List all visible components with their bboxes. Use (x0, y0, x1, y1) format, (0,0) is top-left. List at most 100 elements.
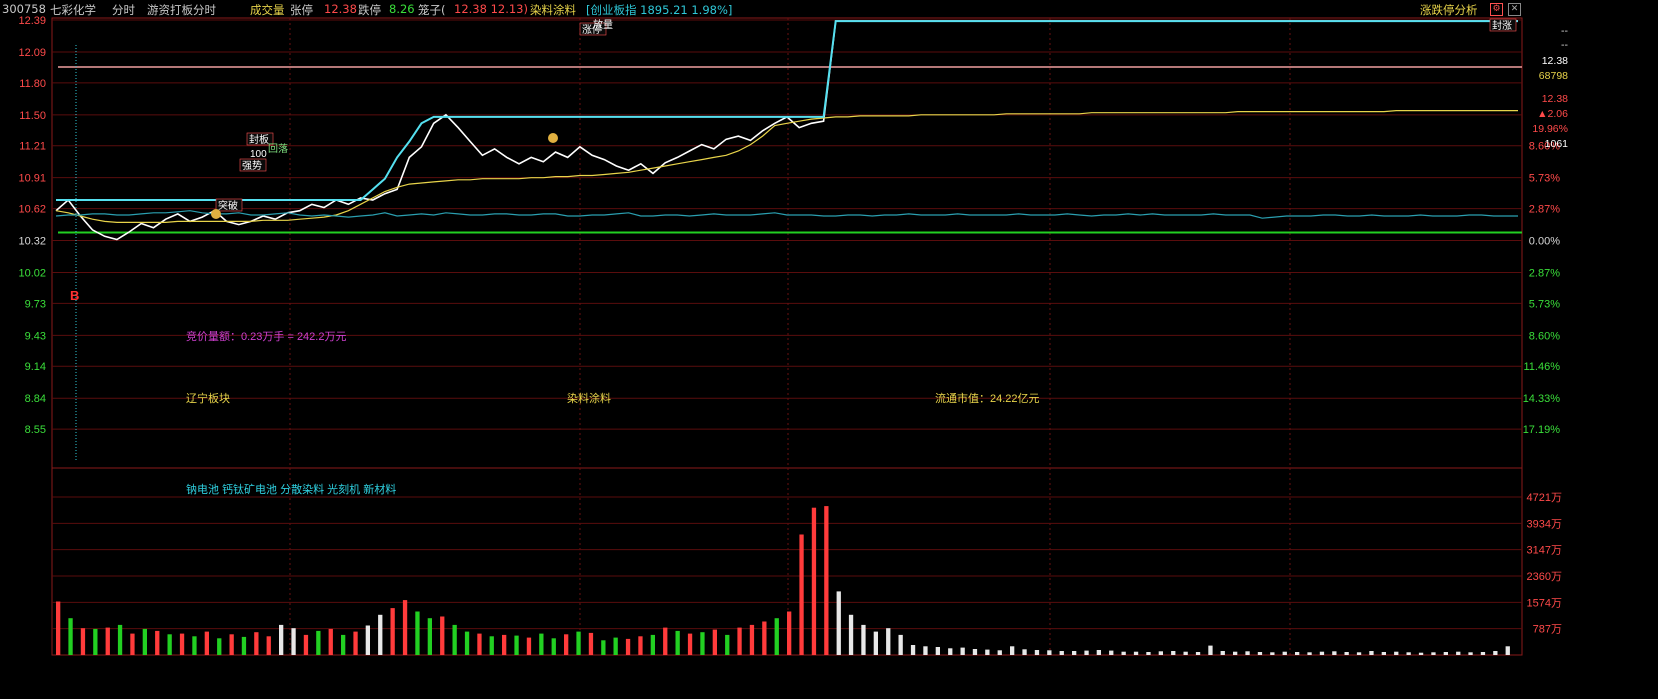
vol-tick: 3147万 (1527, 545, 1562, 557)
volume-bar (749, 624, 755, 655)
rp-change: ▲2.06 (1537, 108, 1568, 120)
tag-seal-limit: 封涨 (1492, 19, 1512, 32)
volume-bar (675, 630, 680, 655)
index-text[interactable]: [创业板指 1895.21 1.98%] (586, 2, 732, 18)
volume-bar (514, 635, 519, 655)
tag-surge: 放量 (593, 18, 613, 31)
volume-bar (1270, 652, 1275, 655)
volume-bar (1493, 651, 1498, 655)
volume-bar (1505, 646, 1510, 655)
limit-up-value: 12.38 (324, 2, 357, 16)
volume-bar (1431, 652, 1436, 655)
volume-bar (440, 616, 445, 655)
volume-bar (1319, 651, 1325, 655)
intraday-chart: 12.3912.0911.8011.5011.21 8.60%10.91 5.73%… (18, 15, 1569, 656)
volume-bar (365, 625, 370, 655)
y-tick-right: 2.87% (1529, 204, 1560, 216)
volume-bar (1245, 651, 1250, 655)
y-tick-right: 11.46% (1524, 361, 1561, 373)
y-tick-left: 10.32 (18, 236, 46, 248)
volume-bar (588, 632, 594, 655)
volume-bar (1381, 652, 1386, 655)
y-tick-right: 5.73% (1529, 298, 1560, 310)
float-cap-note: 流通市值：24.22亿元 (935, 391, 1040, 405)
y-tick-left: 11.21 (19, 141, 46, 153)
volume-bar (192, 636, 197, 655)
settings-icon[interactable]: ⚙ (1490, 3, 1503, 16)
stock-name: 七彩化学 (50, 3, 96, 17)
volume-bar (328, 628, 333, 655)
close-icon[interactable]: ✕ (1508, 3, 1521, 16)
stock-code: 300758 (2, 2, 46, 16)
volume-bar (873, 631, 878, 655)
volume-bar (1220, 651, 1225, 655)
volume-bar (56, 601, 61, 655)
header-bar: 300758 七彩化学 分时 游资打板分时 成交量 张停 12.38 跌停 8.… (0, 0, 1658, 18)
volume-bar (427, 618, 432, 655)
volume-bar (80, 628, 86, 655)
volume-bar (1059, 651, 1064, 655)
volume-bar (68, 618, 73, 655)
y-tick-right: 14.33% (1523, 393, 1561, 405)
y-tick-right: 2.87% (1529, 267, 1560, 279)
volume-bar (1121, 651, 1126, 655)
y-tick-left: 9.14 (25, 361, 46, 373)
series-line (55, 210, 1518, 219)
volume-bar (241, 636, 247, 655)
volume-bar (948, 648, 953, 655)
vol-tick: 787万 (1533, 624, 1562, 636)
rp-dash-2: -- (1561, 39, 1568, 51)
box-values: 12.38 12.13) (454, 2, 528, 16)
volume-bar (179, 633, 185, 655)
volume-bar (266, 636, 271, 655)
money-bag-icon (548, 133, 558, 143)
volume-bar (1171, 651, 1176, 655)
mode-tab[interactable]: 分时 (112, 2, 135, 18)
volume-bar (341, 634, 346, 655)
y-tick-right: 0.00% (1529, 236, 1560, 248)
volume-bar (464, 631, 470, 655)
buy-marker: B (70, 288, 79, 303)
volume-bar (1369, 651, 1374, 655)
y-tick-left: 10.62 (18, 204, 46, 216)
volume-bar (960, 647, 965, 655)
volume-bar (923, 646, 928, 655)
tag-pullback: 回落 (268, 143, 288, 155)
volume-bar (142, 628, 147, 655)
volume-bar (1418, 652, 1424, 655)
volume-bar (799, 534, 804, 655)
volume-bar (1146, 652, 1151, 655)
volume-bar (1010, 646, 1015, 655)
y-tick-left: 9.73 (25, 298, 46, 310)
limit-analysis-link[interactable]: 涨跌停分析 (1420, 2, 1478, 18)
rp-last-vol: 1061 (1545, 138, 1569, 150)
limit-down-value: 8.26 (389, 2, 415, 16)
vol-tick: 3934万 (1527, 518, 1562, 530)
volume-bar (452, 624, 457, 655)
volume-bar (353, 631, 358, 655)
volume-bar (291, 628, 296, 655)
auction-note: 竞价量额：0.23万手 = 242.2万元 (186, 329, 346, 343)
sector-label[interactable]: 染料涂料 (530, 2, 576, 18)
volume-bar (1332, 651, 1337, 655)
series-line (55, 20, 1518, 241)
volume-bar (1257, 652, 1263, 655)
volume-bar (663, 627, 668, 655)
volume-bar (1307, 652, 1312, 655)
volume-bar (1109, 650, 1114, 655)
volume-bar (1208, 645, 1213, 655)
volume-bar (997, 650, 1002, 655)
limit-down-label: 跌停 (358, 3, 381, 17)
volume-bar (1344, 652, 1349, 655)
volume-bar (638, 636, 643, 655)
volume-bar (93, 628, 98, 655)
volume-bar (1406, 652, 1411, 655)
volume-bar (650, 634, 655, 655)
strategy-label[interactable]: 游资打板分时 (147, 2, 216, 18)
limit-up-label: 张停 (290, 3, 313, 17)
volume-bar (303, 634, 309, 655)
volume-bar (1233, 651, 1238, 655)
volume-bar (625, 638, 631, 655)
volume-bar (564, 634, 569, 655)
y-tick-right: 5.73% (1529, 173, 1560, 185)
